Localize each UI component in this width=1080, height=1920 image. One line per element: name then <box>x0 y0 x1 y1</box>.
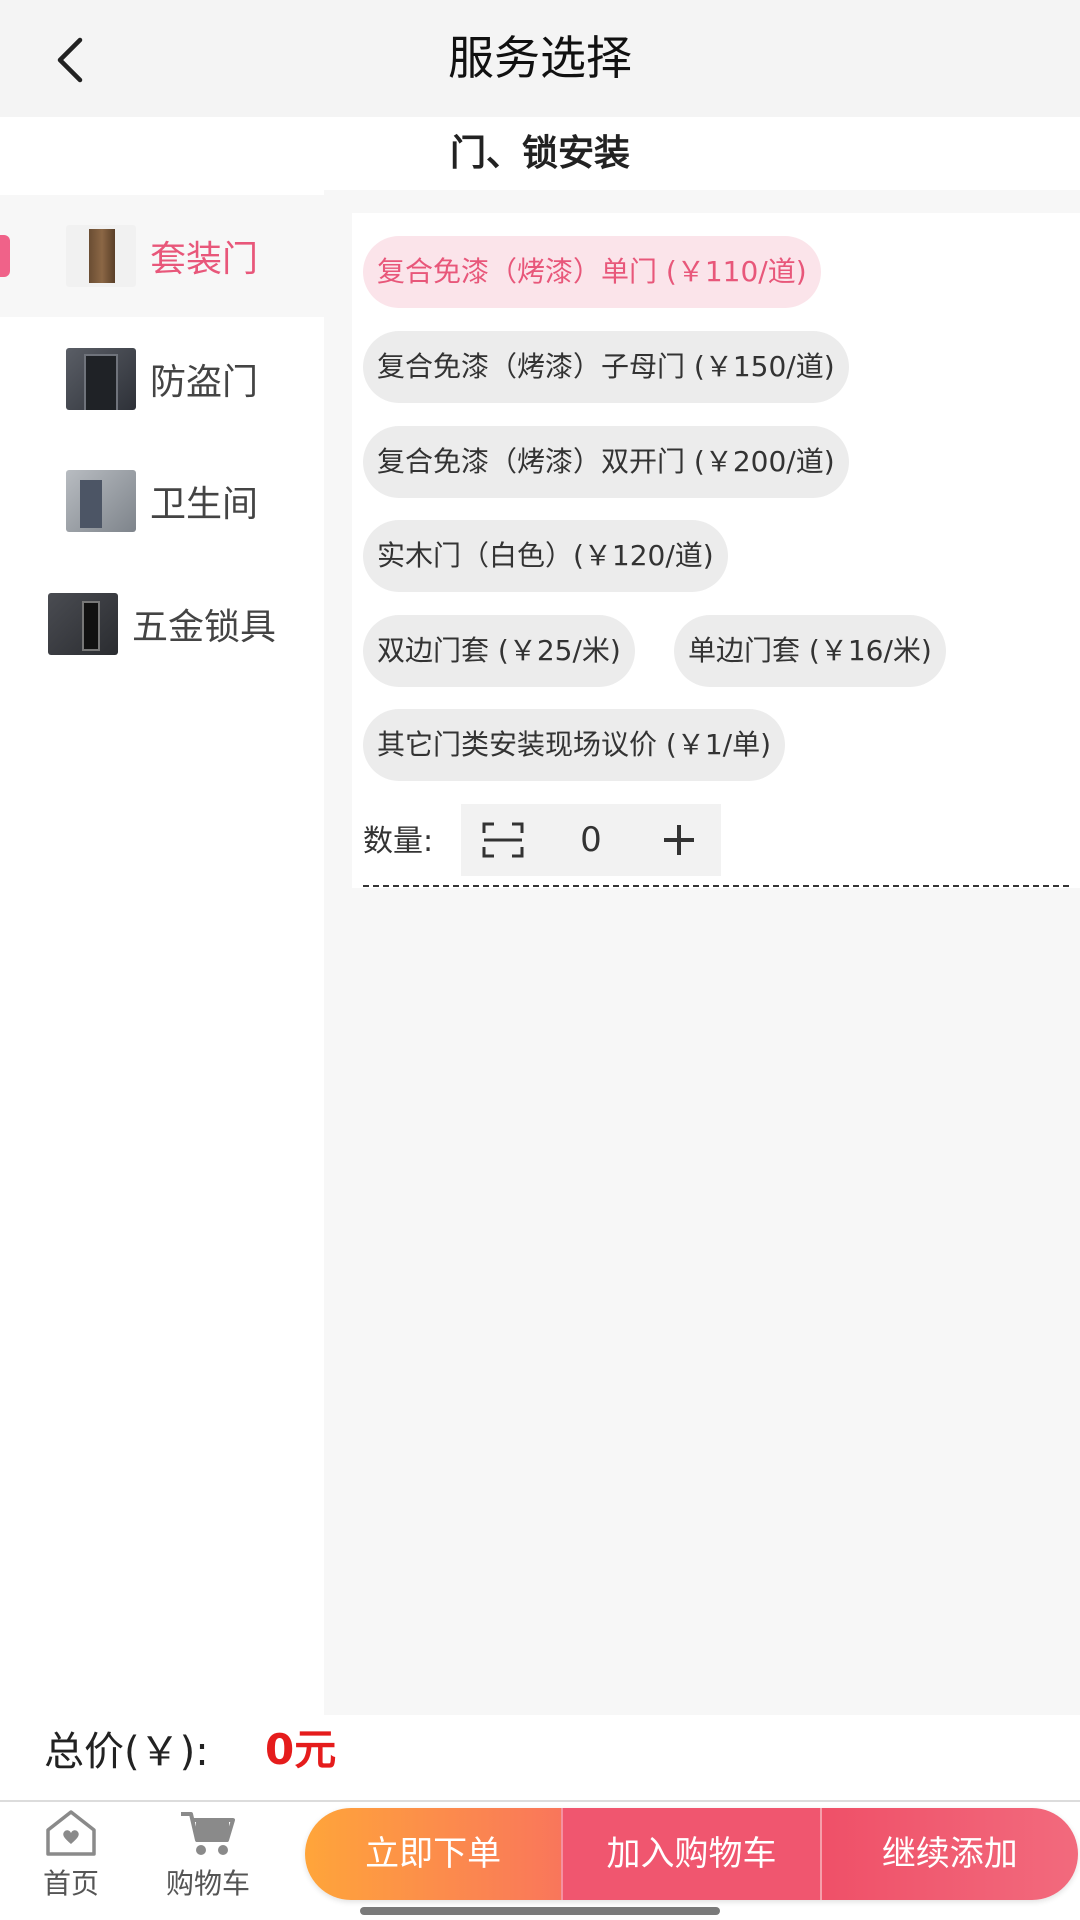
total-price: 0元 <box>265 1725 337 1774</box>
bathroom-thumbnail <box>65 470 136 532</box>
sidebar-item-bathroom[interactable]: 卫生间 <box>0 440 324 562</box>
sidebar-item-label: 套装门 <box>149 239 258 280</box>
option-chip-double-frame[interactable]: 双边门套 (￥25/米) <box>363 615 635 687</box>
plus-icon <box>664 825 694 855</box>
scan-frame-icon <box>482 822 524 858</box>
sidebar-item-label: 五金锁具 <box>131 607 276 648</box>
quantity-value[interactable]: 0 <box>556 804 626 876</box>
option-chip-single-frame[interactable]: 单边门套 (￥16/米) <box>674 615 946 687</box>
total-label: 总价(￥): <box>44 1729 209 1775</box>
quantity-stepper: 0 <box>461 804 721 876</box>
active-indicator <box>0 235 10 277</box>
nav-cart-label: 购物车 <box>165 1867 250 1900</box>
option-chip-solid-wood-door[interactable]: 实木门（白色）(￥120/道) <box>363 520 728 592</box>
dashed-divider <box>363 885 1069 887</box>
nav-home[interactable]: 首页 <box>16 1808 126 1908</box>
sidebar-item-suit-door[interactable]: 套装门 <box>0 195 324 317</box>
nav-cart[interactable]: 购物车 <box>153 1808 263 1908</box>
chevron-left-icon <box>57 37 83 83</box>
hardware-lock-thumbnail <box>47 593 118 655</box>
suit-door-thumbnail <box>65 225 136 287</box>
decrease-button[interactable] <box>467 804 539 876</box>
sidebar-item-hardware-locks[interactable]: 五金锁具 <box>0 563 324 685</box>
category-sidebar: 套装门 防盗门 卫生间 五金锁具 <box>0 190 324 1715</box>
sidebar-item-security-door[interactable]: 防盗门 <box>0 318 324 440</box>
add-to-cart-button[interactable]: 加入购物车 <box>561 1808 820 1900</box>
nav-home-label: 首页 <box>42 1867 99 1900</box>
security-door-thumbnail <box>65 348 136 410</box>
continue-add-button[interactable]: 继续添加 <box>819 1808 1078 1900</box>
action-button-group: 立即下单 加入购物车 继续添加 <box>305 1808 1078 1900</box>
sidebar-item-label: 卫生间 <box>149 484 258 525</box>
cart-icon <box>181 1812 235 1855</box>
sidebar-item-label: 防盗门 <box>149 362 258 403</box>
option-chip-mother-son-door[interactable]: 复合免漆（烤漆）子母门 (￥150/道) <box>363 331 849 403</box>
quantity-label: 数量: <box>363 824 434 859</box>
option-chip-single-door[interactable]: 复合免漆（烤漆）单门 (￥110/道) <box>363 236 821 308</box>
option-chip-other-install[interactable]: 其它门类安装现场议价 (￥1/单) <box>363 709 785 781</box>
section-title: 门、锁安装 <box>0 117 1080 190</box>
order-now-button[interactable]: 立即下单 <box>305 1808 562 1900</box>
header-bar <box>0 0 1080 117</box>
home-indicator <box>360 1907 720 1915</box>
increase-button[interactable] <box>643 804 715 876</box>
option-chip-double-door[interactable]: 复合免漆（烤漆）双开门 (￥200/道) <box>363 426 849 498</box>
home-icon <box>46 1810 96 1856</box>
back-button[interactable] <box>40 30 100 90</box>
